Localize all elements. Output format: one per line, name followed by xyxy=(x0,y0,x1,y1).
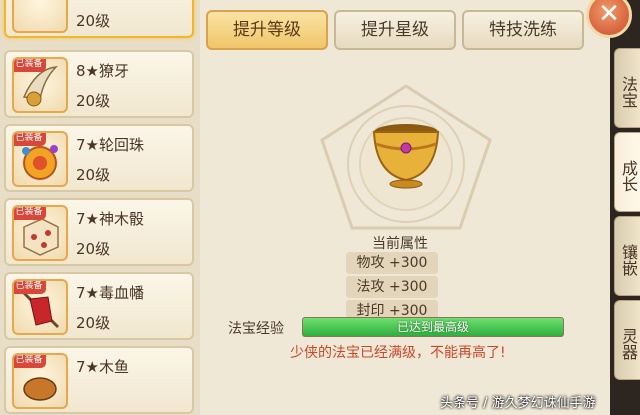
tab-upgrade-level[interactable]: 提升等级 xyxy=(206,10,328,50)
treasure-emblem xyxy=(320,84,492,230)
banner-icon: 已装备 xyxy=(12,279,68,335)
exp-bar-text: 已达到最高级 xyxy=(396,320,469,334)
woodfish-icon: 已装备 xyxy=(12,353,68,409)
side-tab-treasure[interactable]: 法宝 xyxy=(614,48,640,128)
side-tab-inlay[interactable]: 镶嵌 xyxy=(614,216,640,296)
side-tab-spirit[interactable]: 灵器 xyxy=(614,300,640,380)
tab-skill-refine[interactable]: 特技洗练 xyxy=(462,10,584,50)
item-level: 20级 xyxy=(76,12,111,30)
item-level: 20级 xyxy=(76,92,111,110)
item-name: 7★木鱼 xyxy=(76,358,129,376)
item-name: 7★神木骰 xyxy=(76,210,144,228)
equipped-badge: 已装备 xyxy=(14,281,46,294)
dice-icon: 已装备 xyxy=(12,205,68,261)
side-tab-growth[interactable]: 成长 xyxy=(614,132,640,212)
attributes-title: 当前属性 xyxy=(372,236,428,252)
fang-icon: 已装备 xyxy=(12,57,68,113)
growth-panel: 提升等级 提升星级 特技洗练 当前属性 物攻 +300 法攻 +300 封印 +… xyxy=(200,0,610,415)
attribute-magic-attack: 法攻 +300 xyxy=(346,276,438,298)
list-item-selected[interactable]: 20级 xyxy=(4,0,194,38)
attribute-physical-attack: 物攻 +300 xyxy=(346,252,438,274)
treasure-list: 20级 已装备 8★獠牙 20级 已装备 7★轮回珠 20级 已装备 7★神木骰… xyxy=(0,0,200,415)
exp-label: 法宝经验 xyxy=(228,321,284,337)
max-level-message: 少侠的法宝已经满级，不能再高了! xyxy=(290,345,506,361)
equipped-badge: 已装备 xyxy=(14,207,46,220)
list-item[interactable]: 已装备 7★神木骰 20级 xyxy=(4,198,194,266)
item-level: 20级 xyxy=(76,240,111,258)
equipped-badge: 已装备 xyxy=(14,355,46,368)
equipped-badge: 已装备 xyxy=(14,133,46,146)
item-name: 8★獠牙 xyxy=(76,62,129,80)
equipped-badge: 已装备 xyxy=(14,59,46,72)
treasure-thumbnail xyxy=(12,0,68,33)
list-item[interactable]: 已装备 8★獠牙 20级 xyxy=(4,50,194,118)
list-item[interactable]: 已装备 7★毒血幡 20级 xyxy=(4,272,194,340)
item-name: 7★毒血幡 xyxy=(76,284,144,302)
exp-progress-bar: 已达到最高级 xyxy=(302,317,564,337)
list-item[interactable]: 已装备 7★轮回珠 20级 xyxy=(4,124,194,192)
watermark: 头条号 / 游久梦幻诛仙手游 xyxy=(440,396,596,411)
item-level: 20级 xyxy=(76,166,111,184)
side-tab-bar: 法宝 成长 镶嵌 灵器 xyxy=(610,0,640,415)
item-level: 20级 xyxy=(76,314,111,332)
item-name: 7★轮回珠 xyxy=(76,136,144,154)
orb-icon: 已装备 xyxy=(12,131,68,187)
list-item[interactable]: 已装备 7★木鱼 xyxy=(4,346,194,414)
tab-upgrade-star[interactable]: 提升星级 xyxy=(334,10,456,50)
